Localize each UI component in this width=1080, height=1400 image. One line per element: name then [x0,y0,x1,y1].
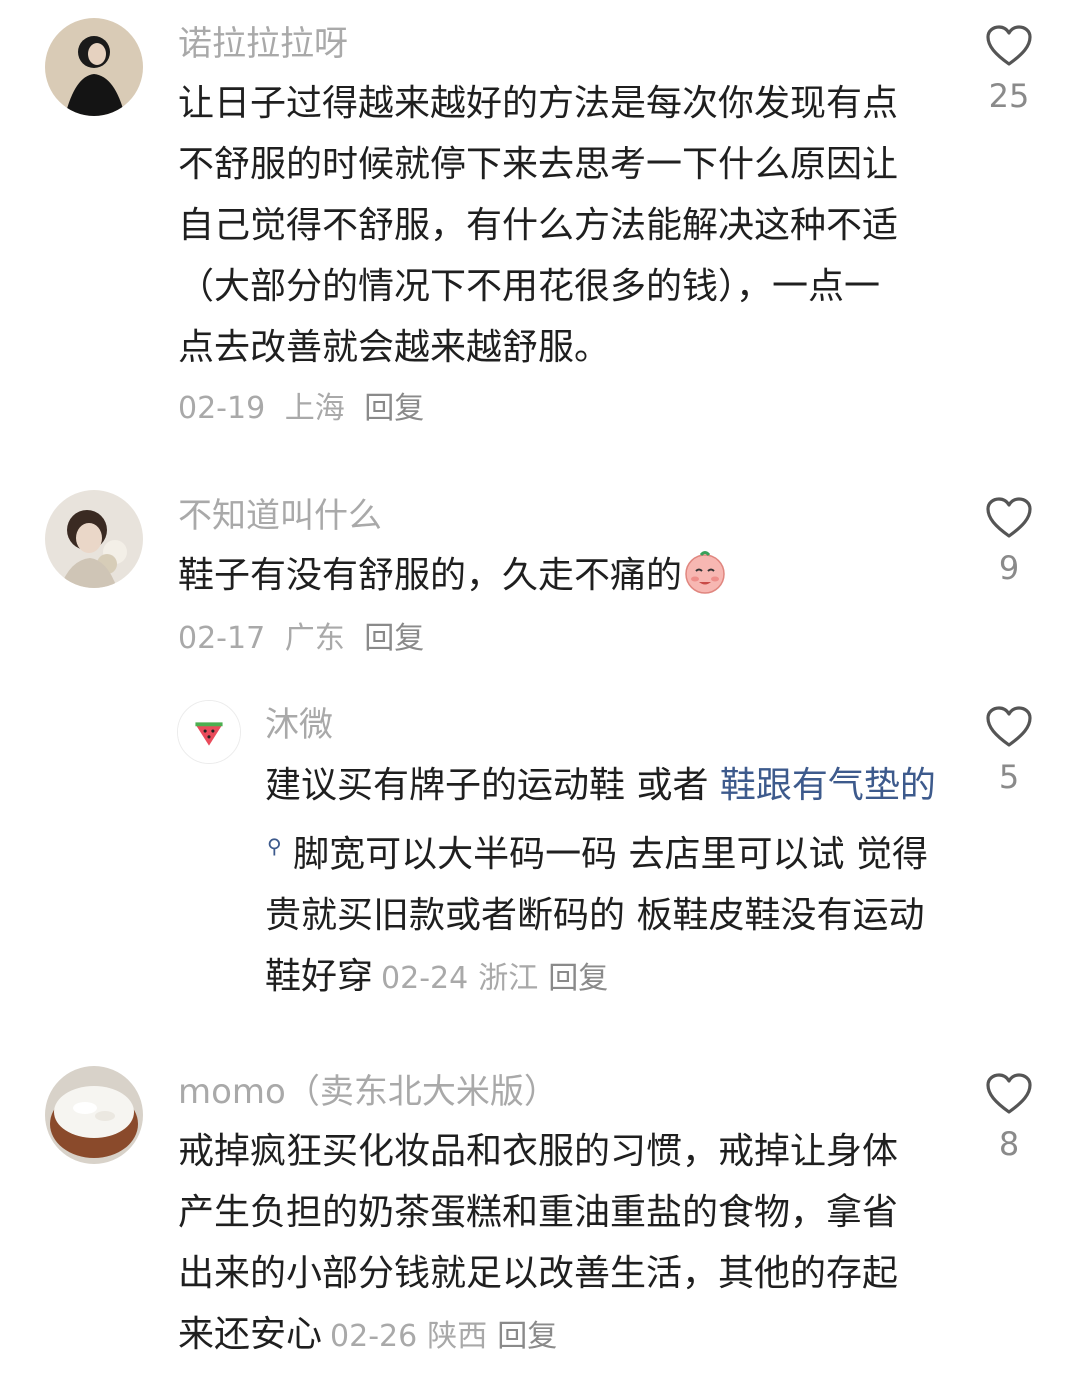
username[interactable]: 沐微 [265,705,333,745]
username[interactable]: momo（卖东北大米版） [178,1072,558,1112]
comment-date: 02-26 [330,1319,418,1354]
like-button[interactable]: 9 [979,496,1039,588]
avatar[interactable] [45,1066,143,1164]
like-button[interactable]: 25 [979,24,1039,116]
search-icon[interactable]: ⚲ [267,834,282,858]
comment-meta: 02-17 广东 回复 [178,619,424,659]
comment-text-content: 鞋子有没有舒服的，久走不痛的 [178,555,683,596]
like-count: 5 [998,758,1020,796]
comment-date: 02-19 [178,391,266,426]
avatar[interactable] [45,18,143,116]
comment-location: 广东 [284,621,345,656]
comment-meta: 02-19 上海 回复 [178,389,424,429]
comment-location: 陕西 [427,1319,488,1354]
comment-location: 上海 [284,391,345,426]
heart-outline-icon [986,497,1032,538]
heart-outline-icon [986,706,1032,747]
comment-date: 02-24 [381,961,469,996]
avatar[interactable] [45,490,143,588]
search-link[interactable]: 鞋跟有气垫的 [720,765,936,806]
like-count: 25 [988,77,1030,115]
like-count: 9 [998,549,1020,587]
comment-meta: 02-24 浙江 回复 [381,961,608,996]
comment-date: 02-17 [178,621,266,656]
comment-text: 建议买有牌子的运动鞋 或者 鞋跟有气垫的⚲ 脚宽可以大半码一码 去店里可以试 觉… [265,755,945,1009]
comment-text: 鞋子有没有舒服的，久走不痛的 [178,545,908,606]
comment-location: 浙江 [478,961,539,996]
like-count: 8 [998,1125,1020,1163]
heart-outline-icon [986,1073,1032,1114]
avatar[interactable] [177,700,241,764]
reply-button[interactable]: 回复 [548,961,608,996]
username[interactable]: 不知道叫什么 [178,496,382,536]
comment-text: 戒掉疯狂买化妆品和衣服的习惯，戒掉让身体产生负担的奶茶蛋糕和重油重盐的食物，拿省… [178,1121,908,1367]
comment-text: 让日子过得越来越好的方法是每次你发现有点不舒服的时候就停下来去思考一下什么原因让… [178,83,899,368]
reply-button[interactable]: 回复 [497,1319,557,1354]
comment-meta: 02-26 陕西 回复 [330,1319,557,1354]
like-button[interactable]: 5 [979,705,1039,797]
username[interactable]: 诺拉拉拉呀 [178,24,348,64]
like-button[interactable]: 8 [979,1072,1039,1164]
reply-button[interactable]: 回复 [364,391,424,426]
reply-button[interactable]: 回复 [364,621,424,656]
comment-text-before: 建议买有牌子的运动鞋 或者 [265,765,720,806]
smiling-face-emoji [685,551,725,594]
heart-outline-icon [986,25,1032,66]
